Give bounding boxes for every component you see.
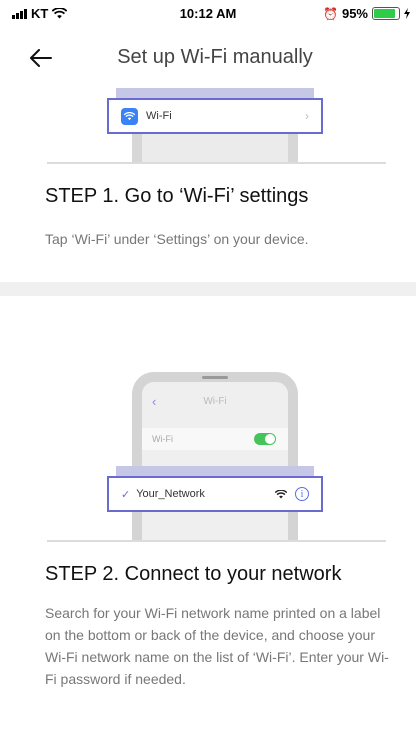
battery-icon bbox=[372, 7, 400, 20]
step2-description: Search for your Wi-Fi network name print… bbox=[45, 605, 389, 687]
checkmark-icon: ✓ bbox=[121, 488, 131, 501]
phone-speaker bbox=[202, 376, 228, 379]
battery-percent: 95% bbox=[341, 6, 368, 21]
alarm-icon: ⏰ bbox=[323, 6, 338, 21]
wifi-signal-icon bbox=[275, 489, 287, 499]
chevron-right-icon: › bbox=[305, 109, 309, 123]
wifi-settings-row: Wi-Fi › bbox=[107, 98, 323, 134]
step1-description: Tap ‘Wi-Fi’ under ‘Settings’ on your dev… bbox=[45, 231, 309, 247]
info-icon: i bbox=[295, 487, 309, 501]
status-bar: KT 10:12 AM ⏰ 95% bbox=[0, 0, 416, 28]
phone-nav-title: Wi-Fi bbox=[203, 396, 227, 407]
step2-illustration: ‹ Wi-Fi Wi-Fi ✓ Your_Network i bbox=[0, 370, 416, 542]
phone-nav-bar: ‹ Wi-Fi bbox=[142, 392, 288, 414]
step2-title: STEP 2. Connect to your network bbox=[45, 563, 342, 585]
page-title: Set up Wi-Fi manually bbox=[117, 46, 313, 68]
section-divider bbox=[0, 282, 416, 296]
header: Set up Wi-Fi manually bbox=[0, 36, 416, 84]
step2-divider bbox=[47, 540, 386, 542]
wifi-row-label: Wi-Fi bbox=[146, 110, 172, 122]
step1-illustration: Wi-Fi › bbox=[0, 88, 416, 164]
wifi-toggle-icon bbox=[254, 433, 276, 445]
battery-fill bbox=[374, 9, 395, 18]
step1-divider bbox=[47, 162, 386, 164]
charging-icon bbox=[404, 8, 410, 19]
phone-wifi-label: Wi-Fi bbox=[152, 434, 173, 444]
wifi-settings-icon bbox=[121, 107, 138, 125]
phone-wifi-toggle-row: Wi-Fi bbox=[142, 428, 288, 450]
network-name: Your_Network bbox=[136, 488, 205, 500]
step1-title: STEP 1. Go to ‘Wi-Fi’ settings bbox=[45, 185, 309, 207]
network-row: ✓ Your_Network i bbox=[107, 476, 323, 512]
status-right: ⏰ 95% bbox=[323, 6, 410, 21]
